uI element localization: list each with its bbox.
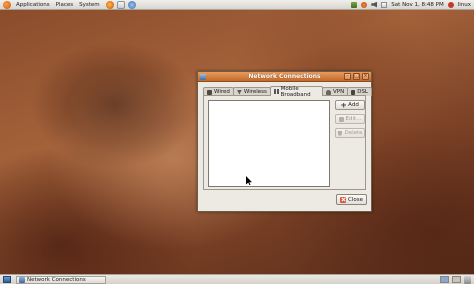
maximize-button[interactable]: □ xyxy=(353,73,360,80)
dsl-icon xyxy=(351,89,356,95)
clock[interactable]: Sat Nov 1, 8:48 PM xyxy=(391,2,443,8)
close-icon xyxy=(340,196,346,203)
network-manager-icon[interactable] xyxy=(351,1,358,8)
mobile-broadband-icon xyxy=(273,89,279,94)
network-window-icon xyxy=(19,276,25,283)
minimize-button[interactable]: – xyxy=(344,73,351,80)
ubuntu-logo-icon xyxy=(3,0,11,9)
workspace-2[interactable] xyxy=(452,276,461,283)
update-notifier-icon[interactable] xyxy=(361,1,368,8)
tab-mobile-broadband[interactable]: Mobile Broadband xyxy=(269,85,323,98)
taskbar-item-label: Network Connections xyxy=(27,276,86,283)
add-icon xyxy=(341,102,347,108)
firefox-launcher-icon[interactable] xyxy=(105,0,114,9)
taskbar-item-network-connections[interactable]: Network Connections xyxy=(16,275,106,284)
edit-icon xyxy=(338,116,344,122)
wireless-icon xyxy=(236,89,242,95)
vpn-icon xyxy=(326,89,331,95)
mobile-broadband-panel: Add Edit... Delete xyxy=(203,95,366,190)
close-button-label: Close xyxy=(348,196,363,203)
places-menu[interactable]: Places xyxy=(53,2,77,8)
network-connections-window: Network Connections – □ × Wired Wireless… xyxy=(197,71,372,212)
delete-icon xyxy=(337,130,343,136)
volume-icon[interactable] xyxy=(371,1,378,8)
user-name[interactable]: linux xyxy=(458,2,471,8)
delete-button[interactable]: Delete xyxy=(335,128,365,138)
wired-icon xyxy=(207,89,212,95)
bottom-panel: Network Connections xyxy=(0,274,474,284)
edit-button[interactable]: Edit... xyxy=(335,114,365,124)
edit-button-label: Edit... xyxy=(345,116,362,122)
delete-button-label: Delete xyxy=(344,130,363,136)
power-icon[interactable] xyxy=(447,1,454,8)
add-button-label: Add xyxy=(348,102,359,108)
help-launcher-icon[interactable] xyxy=(127,0,136,9)
close-button[interactable]: Close xyxy=(336,194,367,205)
window-titlebar[interactable]: Network Connections – □ × xyxy=(198,72,371,82)
mail-launcher-icon[interactable] xyxy=(116,0,125,9)
top-panel: Applications Places System Sat Nov 1, 8:… xyxy=(0,0,474,10)
show-desktop-icon[interactable] xyxy=(3,276,11,283)
tab-mobile-broadband-label: Mobile Broadband xyxy=(280,85,311,98)
mail-indicator-icon[interactable] xyxy=(381,1,388,8)
workspace-1[interactable] xyxy=(440,276,449,283)
notification-area: Sat Nov 1, 8:48 PM linux xyxy=(351,1,474,8)
add-button[interactable]: Add xyxy=(335,100,365,110)
system-menu[interactable]: System xyxy=(76,2,103,8)
trash-icon[interactable] xyxy=(464,275,471,284)
close-window-button[interactable]: × xyxy=(362,73,369,80)
applications-menu[interactable]: Applications xyxy=(13,2,53,8)
connection-list[interactable] xyxy=(208,100,330,187)
